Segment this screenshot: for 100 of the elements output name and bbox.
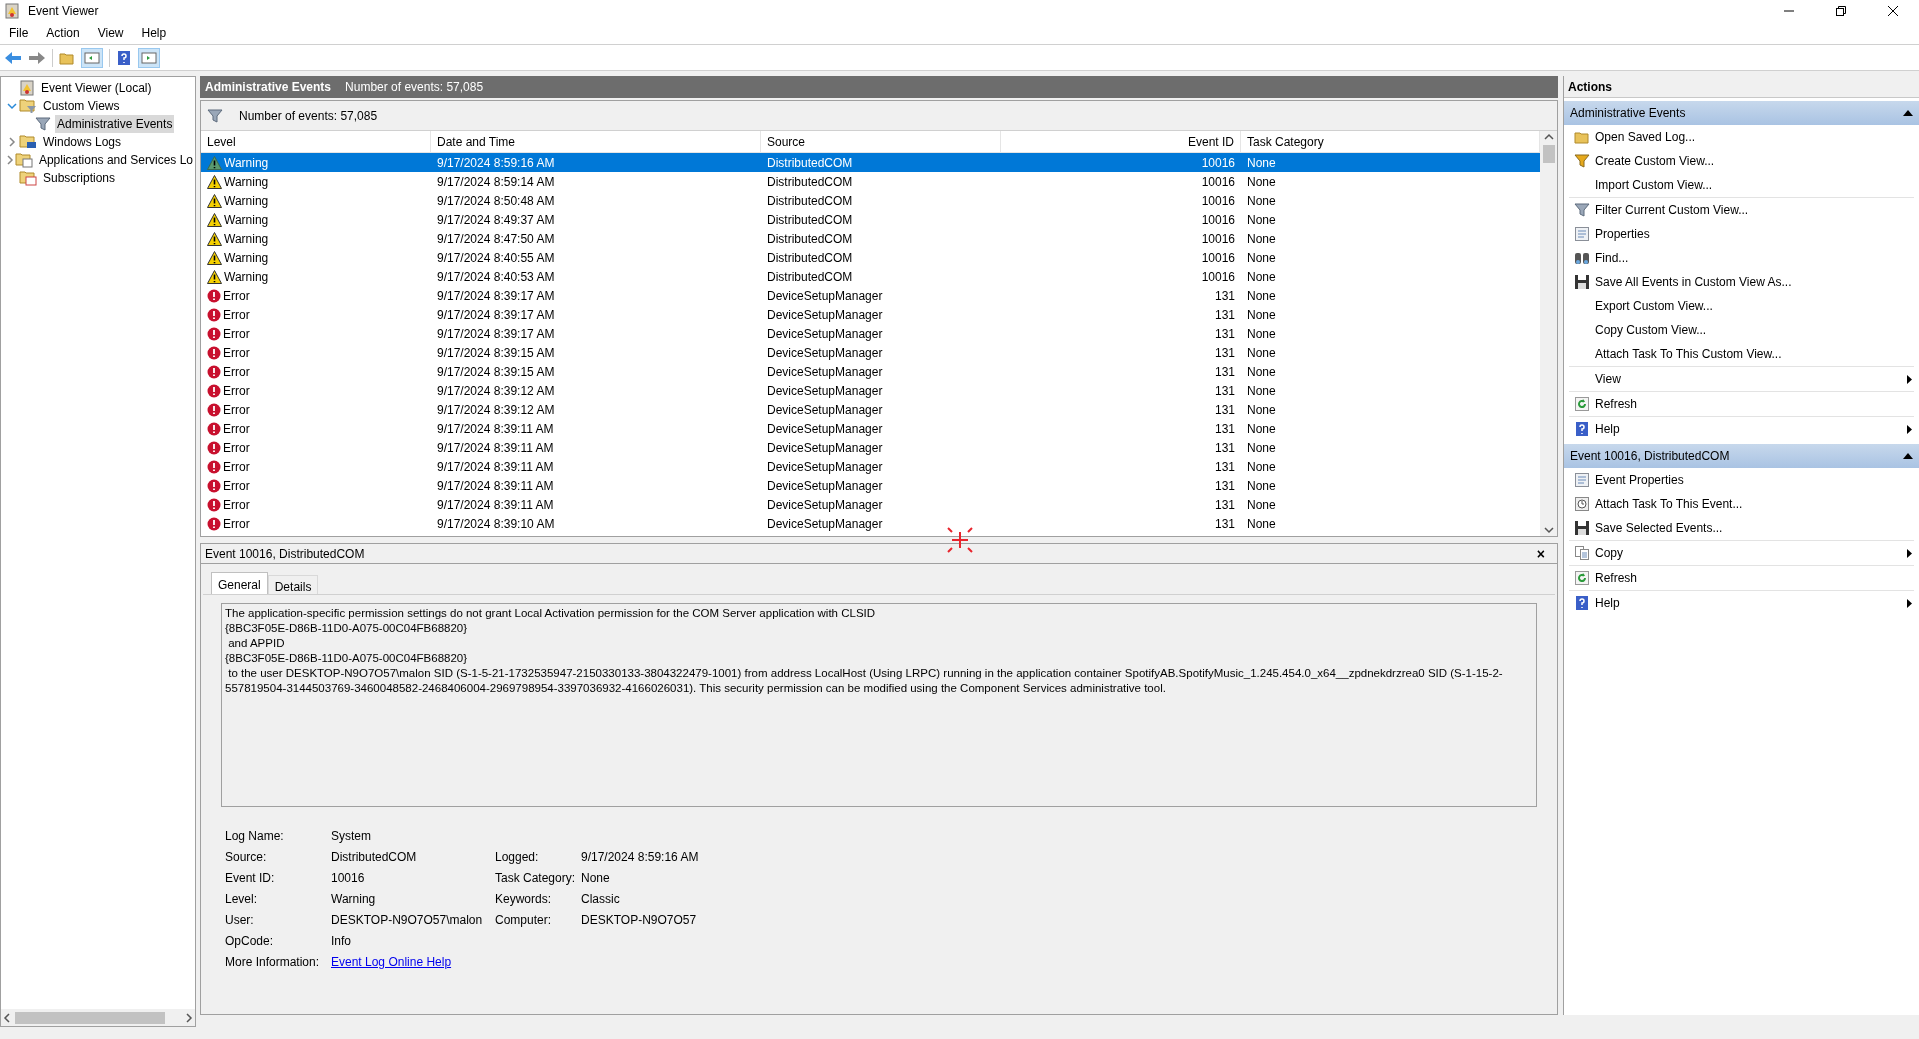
date-cell-text: 9/17/2024 8:39:11 AM [436, 439, 555, 457]
tree-item[interactable]: Event Viewer (Local) [39, 79, 154, 97]
scroll-right-icon[interactable] [185, 1012, 193, 1023]
event-row[interactable]: Error 9/17/2024 8:39:12 AM DeviceSetupManager 131 None [201, 381, 1540, 400]
field-value: DistributedCOM [331, 848, 418, 866]
back-arrow-icon[interactable] [4, 50, 22, 65]
tree-item[interactable]: Subscriptions [41, 169, 118, 187]
event-row[interactable]: Warning 9/17/2024 8:59:14 AM DistributedCOM 10016 None [201, 172, 1540, 191]
tree-item[interactable]: Applications and Services Lo [36, 151, 195, 169]
menu-item[interactable]: File [0, 24, 38, 42]
scroll-up-icon[interactable] [1543, 133, 1554, 141]
event-id-cell-text: 131 [1213, 344, 1236, 362]
actions-section-header[interactable]: Event 10016, DistributedCOM [1564, 444, 1919, 468]
event-id-cell-text: 10016 [1200, 154, 1236, 172]
task-link[interactable]: Create Custom View... [1595, 152, 1914, 170]
event-row[interactable]: Warning 9/17/2024 8:40:53 AM DistributedCOM 10016 None [201, 267, 1540, 286]
event-row[interactable]: Error 9/17/2024 8:39:17 AM DeviceSetupManager 131 None [201, 305, 1540, 324]
event-row[interactable]: Error 9/17/2024 8:39:11 AM DeviceSetupManager 131 None [201, 476, 1540, 495]
date-cell-text: 9/17/2024 8:39:11 AM [436, 496, 555, 514]
tree-item[interactable]: Windows Logs [41, 133, 124, 151]
expanded-chevron-icon[interactable] [7, 102, 17, 110]
submenu-arrow-icon[interactable] [1907, 548, 1912, 558]
column-header[interactable]: Source [761, 131, 1001, 152]
source-cell-text: DistributedCOM [766, 154, 854, 172]
task-link[interactable]: Import Custom View... [1595, 176, 1914, 194]
task-link[interactable]: Copy [1595, 544, 1907, 562]
task-link[interactable]: Filter Current Custom View... [1595, 201, 1914, 219]
task-link[interactable]: Help [1595, 594, 1907, 612]
level-text: Error [223, 420, 250, 438]
event-id-cell-text: 131 [1213, 306, 1236, 324]
scroll-thumb[interactable] [15, 1011, 165, 1024]
column-header[interactable]: Date and Time [431, 131, 761, 152]
event-row[interactable]: Warning 9/17/2024 8:40:55 AM DistributedCOM 10016 None [201, 248, 1540, 267]
details-tab[interactable]: Details [267, 575, 319, 594]
close-details-button[interactable]: × [1528, 546, 1553, 561]
collapsed-chevron-icon[interactable] [5, 155, 14, 165]
tree-item[interactable]: Custom Views [41, 97, 122, 115]
event-row[interactable]: Error 9/17/2024 8:39:15 AM DeviceSetupManager 131 None [201, 362, 1540, 381]
event-row[interactable]: Error 9/17/2024 8:39:17 AM DeviceSetupManager 131 None [201, 324, 1540, 343]
forward-arrow-icon[interactable] [28, 50, 46, 65]
event-row[interactable]: Warning 9/17/2024 8:50:48 AM DistributedCOM 10016 None [201, 191, 1540, 210]
task-link[interactable]: Save All Events in Custom View As... [1595, 273, 1914, 291]
submenu-arrow-icon[interactable] [1907, 374, 1912, 384]
source-cell-text: DeviceSetupManager [766, 287, 884, 305]
event-row[interactable]: Error 9/17/2024 8:39:10 AM DeviceSetupManager 131 None [201, 514, 1540, 533]
help-icon [1574, 595, 1590, 611]
scroll-down-icon[interactable] [1543, 526, 1554, 534]
scroll-left-icon[interactable] [3, 1012, 11, 1023]
event-row[interactable]: Error 9/17/2024 8:39:15 AM DeviceSetupManager 131 None [201, 343, 1540, 362]
level-text: Error [223, 401, 250, 419]
task-link[interactable]: Copy Custom View... [1595, 321, 1914, 339]
collapse-arrow-icon[interactable] [1903, 453, 1913, 459]
menu-item[interactable]: Help [132, 24, 176, 42]
help-toolbar-icon[interactable] [116, 49, 132, 66]
task-link[interactable]: Find... [1595, 249, 1914, 267]
horizontal-scrollbar[interactable] [1, 1009, 195, 1026]
task-link[interactable]: Attach Task To This Event... [1595, 495, 1914, 513]
restore-icon[interactable] [1835, 5, 1847, 17]
event-row[interactable]: Warning 9/17/2024 8:47:50 AM DistributedCOM 10016 None [201, 229, 1540, 248]
actions-section-header[interactable]: Administrative Events [1564, 101, 1919, 125]
details-tab[interactable]: General [211, 572, 268, 594]
submenu-arrow-icon[interactable] [1907, 598, 1912, 608]
category-cell-text: None [1246, 363, 1277, 381]
task-link[interactable]: Event Properties [1595, 471, 1914, 489]
event-row[interactable]: Warning 9/17/2024 8:59:16 AM DistributedCOM 10016 None [201, 153, 1540, 172]
binoculars-icon [1574, 250, 1590, 266]
help-link[interactable]: Event Log Online Help [331, 952, 452, 971]
task-link[interactable]: Refresh [1595, 395, 1914, 413]
collapse-arrow-icon[interactable] [1903, 110, 1913, 116]
column-header[interactable]: Level [201, 131, 431, 152]
column-header[interactable]: Event ID [1001, 131, 1241, 152]
collapsed-chevron-icon[interactable] [8, 137, 16, 147]
event-row[interactable]: Error 9/17/2024 8:39:11 AM DeviceSetupManager 131 None [201, 419, 1540, 438]
event-row[interactable]: Error 9/17/2024 8:39:11 AM DeviceSetupManager 131 None [201, 495, 1540, 514]
task-link[interactable]: View [1595, 370, 1907, 388]
task-link[interactable]: Save Selected Events... [1595, 519, 1914, 537]
error-icon [207, 345, 221, 360]
copy-icon [1574, 545, 1590, 561]
vertical-scrollbar[interactable] [1540, 131, 1557, 536]
event-row[interactable]: Error 9/17/2024 8:39:11 AM DeviceSetupManager 131 None [201, 438, 1540, 457]
scroll-thumb[interactable] [1542, 145, 1555, 163]
event-row[interactable]: Error 9/17/2024 8:39:17 AM DeviceSetupManager 131 None [201, 286, 1540, 305]
level-text: Warning [224, 249, 269, 267]
tree-item[interactable]: Administrative Events [55, 115, 175, 133]
event-row[interactable]: Warning 9/17/2024 8:49:37 AM DistributedCOM 10016 None [201, 210, 1540, 229]
task-link[interactable]: Help [1595, 420, 1907, 438]
menu-item[interactable]: Action [37, 24, 89, 42]
task-link[interactable]: Open Saved Log... [1595, 128, 1914, 146]
close-icon[interactable] [1887, 5, 1899, 17]
task-link[interactable]: Attach Task To This Custom View... [1595, 345, 1914, 363]
task-link[interactable]: Refresh [1595, 569, 1914, 587]
event-row[interactable]: Error 9/17/2024 8:39:12 AM DeviceSetupManager 131 None [201, 400, 1540, 419]
properties-icon [1574, 226, 1590, 242]
task-link[interactable]: Properties [1595, 225, 1914, 243]
event-row[interactable]: Error 9/17/2024 8:39:11 AM DeviceSetupManager 131 None [201, 457, 1540, 476]
date-cell-text: 9/17/2024 8:39:15 AM [436, 363, 556, 381]
task-link[interactable]: Export Custom View... [1595, 297, 1914, 315]
menu-item[interactable]: View [88, 24, 133, 42]
submenu-arrow-icon[interactable] [1907, 424, 1912, 434]
date-cell-text: 9/17/2024 8:39:15 AM [436, 344, 556, 362]
